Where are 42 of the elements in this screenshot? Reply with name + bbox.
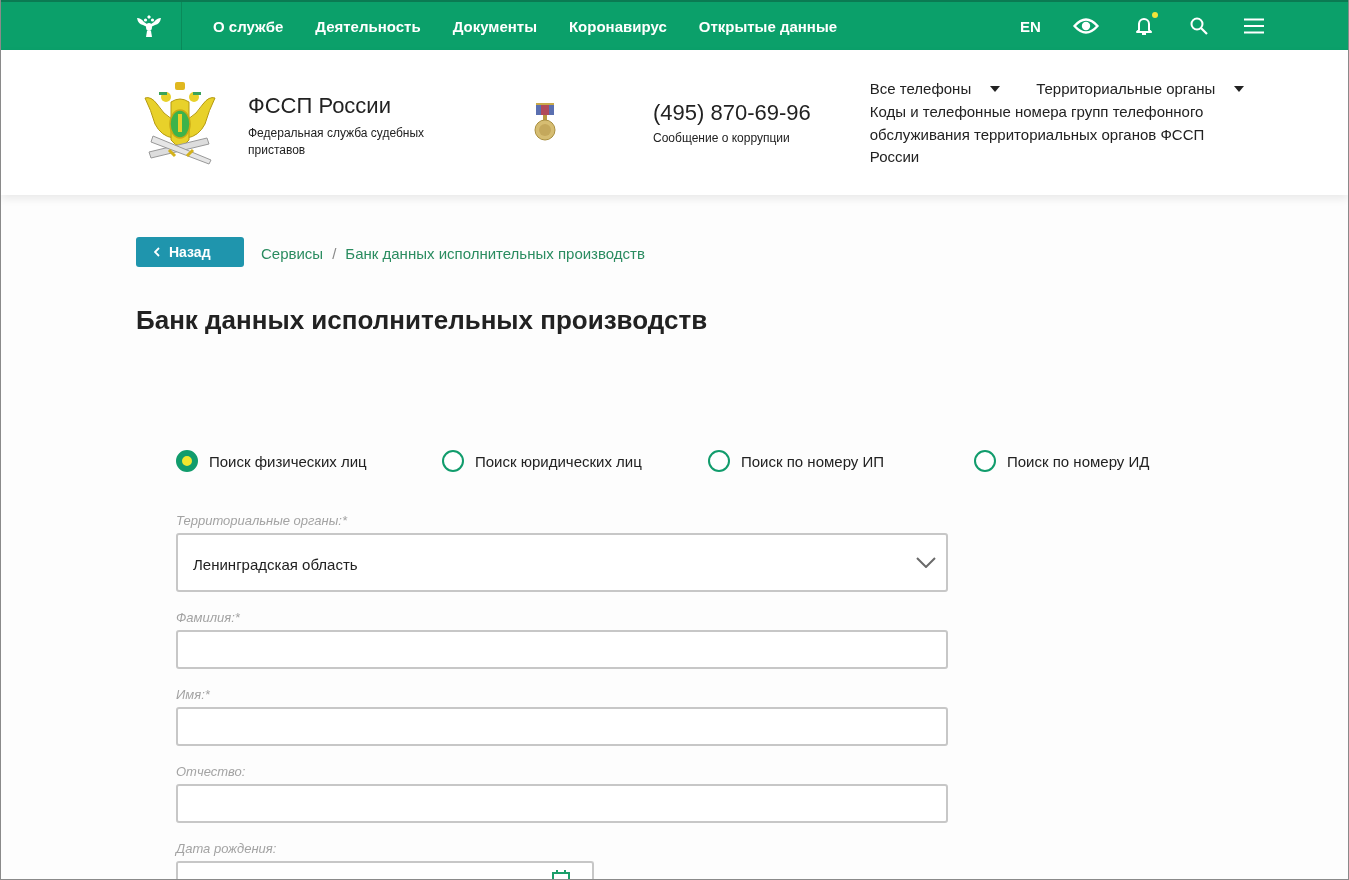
- field-label: Дата рождения:: [176, 841, 277, 857]
- search-type-radio[interactable]: Поиск физических лиц: [176, 450, 367, 472]
- input-field[interactable]: [176, 707, 948, 746]
- organization-name: ФССП России: [248, 93, 392, 119]
- breadcrumb-separator: /: [332, 244, 337, 262]
- chevron-left-icon: [154, 247, 160, 257]
- caret-icon: [990, 86, 1001, 92]
- field-label: Имя:*: [176, 687, 210, 703]
- chevron-down-icon: [916, 557, 936, 568]
- field-label: Территориальные органы:*: [176, 513, 347, 529]
- medal-icon: [534, 103, 556, 141]
- select-field[interactable]: Ленинградская область: [176, 533, 948, 592]
- phone-number[interactable]: (495) 870-69-96: [653, 100, 811, 126]
- radio-icon[interactable]: [442, 450, 464, 472]
- input-field[interactable]: [176, 784, 948, 823]
- search-icon[interactable]: [1189, 17, 1208, 35]
- field-label: Фамилия:*: [176, 610, 240, 626]
- dropdown-link[interactable]: Территориальные органы: [1036, 78, 1245, 100]
- eagle-emblem-logo[interactable]: [141, 80, 219, 166]
- radio-icon[interactable]: [708, 450, 730, 472]
- search-type-radio[interactable]: Поиск по номеру ИД: [974, 450, 1150, 472]
- calendar-icon[interactable]: [552, 869, 570, 879]
- page-title: Банк данных исполнительных производств: [136, 305, 708, 335]
- dropdown-link[interactable]: Все телефоны: [869, 78, 1001, 100]
- menu-icon[interactable]: [1243, 18, 1264, 34]
- back-button[interactable]: Назад: [136, 237, 244, 267]
- date-field[interactable]: [176, 861, 594, 879]
- emblem-icon[interactable]: [135, 12, 163, 40]
- eye-icon[interactable]: [1072, 17, 1099, 35]
- organization-subtitle: Федеральная служба судебных приставов: [248, 125, 426, 159]
- input-field[interactable]: [176, 630, 948, 669]
- radio-icon[interactable]: [176, 450, 198, 472]
- breadcrumb-link[interactable]: Банк данных исполнительных производств: [345, 244, 645, 262]
- breadcrumb-link[interactable]: Сервисы: [261, 244, 324, 262]
- bell-icon[interactable]: [1134, 16, 1153, 36]
- caret-icon: [1234, 86, 1245, 92]
- corruption-report-link[interactable]: Сообщение о коррупции: [653, 130, 811, 146]
- phone-codes-link[interactable]: Коды и телефонные номера групп телефонного обслуживания территориальных органов ФССП России: [869, 101, 1230, 169]
- search-type-radio[interactable]: Поиск юридических лиц: [442, 450, 642, 472]
- radio-icon[interactable]: [974, 450, 996, 472]
- field-label: Отчество:: [176, 764, 246, 780]
- search-type-radio[interactable]: Поиск по номеру ИП: [708, 450, 885, 472]
